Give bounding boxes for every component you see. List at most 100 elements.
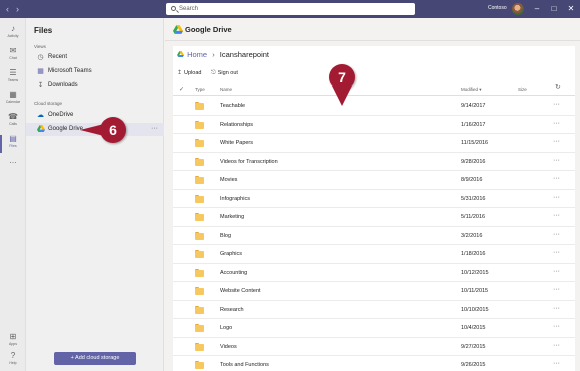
close-button[interactable]: ✕	[565, 3, 577, 15]
table-row[interactable]: Research 10/10/2015 ···	[173, 301, 575, 319]
file-modified: 9/28/2016	[461, 158, 486, 165]
column-size[interactable]: Size	[518, 87, 527, 93]
column-name[interactable]: Name	[220, 87, 232, 93]
table-row[interactable]: Tools and Functions 9/26/2015 ···	[173, 356, 575, 371]
tenant-name[interactable]: Contoso	[488, 4, 507, 13]
file-name[interactable]: Teachable	[220, 103, 245, 110]
view-downloads[interactable]: ↧ Downloads	[26, 79, 164, 92]
file-name[interactable]: Logo	[220, 325, 232, 332]
file-name[interactable]: Movies	[220, 177, 237, 184]
file-name[interactable]: Infographics	[220, 196, 250, 203]
folder-icon	[195, 213, 204, 221]
cloud-onedrive[interactable]: ☁ OneDrive	[26, 109, 164, 122]
rail-calls[interactable]: ☎ Calls	[0, 112, 26, 134]
table-row[interactable]: Teachable 9/14/2017 ···	[173, 97, 575, 116]
breadcrumb-current: Icansharepoint	[219, 50, 269, 59]
chevron-right-icon[interactable]: ›	[16, 3, 19, 15]
table-row[interactable]: White Papers 11/15/2016 ···	[173, 134, 575, 153]
folder-icon	[195, 139, 204, 147]
file-name[interactable]: Marketing	[220, 214, 244, 221]
row-more-options-icon[interactable]: ···	[553, 175, 560, 183]
file-modified: 10/11/2015	[461, 288, 489, 294]
row-more-options-icon[interactable]: ···	[553, 286, 560, 294]
rail-more[interactable]: …	[0, 156, 26, 178]
row-more-options-icon[interactable]: ···	[553, 212, 560, 220]
table-row[interactable]: Logo 10/4/2015 ···	[173, 319, 575, 338]
rail-label: Calls	[9, 122, 17, 126]
rail-label: Teams	[7, 78, 19, 82]
cloud-label: OneDrive	[48, 112, 74, 118]
column-modified[interactable]: Modified ▾	[461, 87, 482, 93]
rail-help[interactable]: ? Help	[0, 351, 26, 371]
table-row[interactable]: Relationships 1/16/2017 ···	[173, 116, 575, 134]
table-row[interactable]: Videos 9/27/2015 ···	[173, 338, 575, 356]
more-options-icon[interactable]: ···	[151, 125, 158, 133]
file-modified: 9/14/2017	[461, 103, 486, 109]
file-modified: 10/4/2015	[461, 325, 486, 331]
rail-calendar[interactable]: ▦ Calendar	[0, 90, 26, 112]
file-name[interactable]: Videos for Transcription	[220, 159, 278, 166]
folder-icon	[195, 268, 204, 277]
file-name[interactable]: Graphics	[220, 251, 242, 258]
row-more-options-icon[interactable]: ···	[553, 323, 560, 331]
table-row[interactable]: Videos for Transcription 9/28/2016 ···	[173, 153, 575, 171]
file-name[interactable]: Tools and Functions	[220, 362, 269, 369]
minimize-button[interactable]: –	[531, 3, 543, 15]
view-microsoft-teams[interactable]: ▦ Microsoft Teams	[26, 65, 164, 78]
file-name[interactable]: Website Content	[220, 288, 261, 295]
google-drive-icon	[173, 25, 183, 34]
rail-label: Apps	[9, 342, 17, 346]
row-more-options-icon[interactable]: ···	[553, 157, 560, 165]
table-row[interactable]: Marketing 5/11/2016 ···	[173, 208, 575, 227]
breadcrumb: Home › Icansharepoint	[177, 50, 269, 60]
file-name[interactable]: Blog	[220, 233, 231, 240]
view-recent[interactable]: ◷ Recent	[26, 51, 164, 64]
sign-out-button[interactable]: ⎋ Sign out	[211, 69, 238, 77]
table-row[interactable]: Accounting 10/12/2015 ···	[173, 264, 575, 282]
row-more-options-icon[interactable]: ···	[553, 268, 560, 276]
row-more-options-icon[interactable]: ···	[553, 101, 560, 109]
table-row[interactable]: Movies 8/9/2016 ···	[173, 171, 575, 190]
row-more-options-icon[interactable]: ···	[553, 342, 560, 350]
row-more-options-icon[interactable]: ···	[553, 231, 560, 239]
search-icon	[171, 6, 176, 11]
refresh-icon[interactable]: ↻	[555, 84, 561, 91]
folder-icon	[195, 231, 204, 240]
table-row[interactable]: Graphics 1/18/2016 ···	[173, 245, 575, 264]
breadcrumb-separator: ›	[212, 50, 215, 59]
search-placeholder: Search	[179, 6, 199, 12]
file-modified: 3/2/2016	[461, 232, 483, 239]
row-more-options-icon[interactable]: ···	[553, 360, 560, 368]
table-row[interactable]: Infographics 5/31/2016 ···	[173, 190, 575, 208]
rail-activity[interactable]: ♪ Activity	[0, 24, 26, 46]
select-all-checkbox[interactable]: ✓	[179, 87, 184, 93]
view-label: Downloads	[48, 82, 78, 88]
file-name[interactable]: Accounting	[220, 270, 247, 277]
row-more-options-icon[interactable]: ···	[553, 138, 560, 146]
row-more-options-icon[interactable]: ···	[553, 249, 560, 257]
table-row[interactable]: Blog 3/2/2016 ···	[173, 227, 575, 245]
avatar[interactable]	[512, 3, 524, 15]
file-name[interactable]: White Papers	[220, 140, 253, 147]
row-more-options-icon[interactable]: ···	[553, 120, 560, 128]
upload-button[interactable]: ↥ Upload	[177, 69, 201, 77]
breadcrumb-home[interactable]: Home	[187, 50, 207, 59]
file-name[interactable]: Research	[220, 307, 244, 314]
add-cloud-storage-button[interactable]: + Add cloud storage	[54, 352, 136, 365]
maximize-button[interactable]: □	[548, 3, 560, 15]
chevron-left-icon[interactable]: ‹	[6, 3, 9, 15]
row-more-options-icon[interactable]: ···	[553, 305, 560, 313]
search-input[interactable]: Search	[166, 3, 415, 15]
callout-7-pointer	[332, 86, 352, 106]
column-type[interactable]: Type	[195, 87, 205, 93]
table-header: ✓ Type Name Modified ▾ Size ↻	[173, 84, 575, 96]
file-name[interactable]: Videos	[220, 344, 237, 351]
file-name[interactable]: Relationships	[220, 122, 253, 129]
table-row[interactable]: Website Content 10/11/2015 ···	[173, 282, 575, 301]
rail-teams[interactable]: ☰ Teams	[0, 68, 26, 90]
sign-out-label: Sign out	[217, 70, 238, 76]
rail-label: Calendar	[5, 100, 21, 104]
rail-chat[interactable]: ✉ Chat	[0, 46, 26, 68]
rail-files[interactable]: ▤ Files	[0, 134, 26, 156]
row-more-options-icon[interactable]: ···	[553, 194, 560, 202]
